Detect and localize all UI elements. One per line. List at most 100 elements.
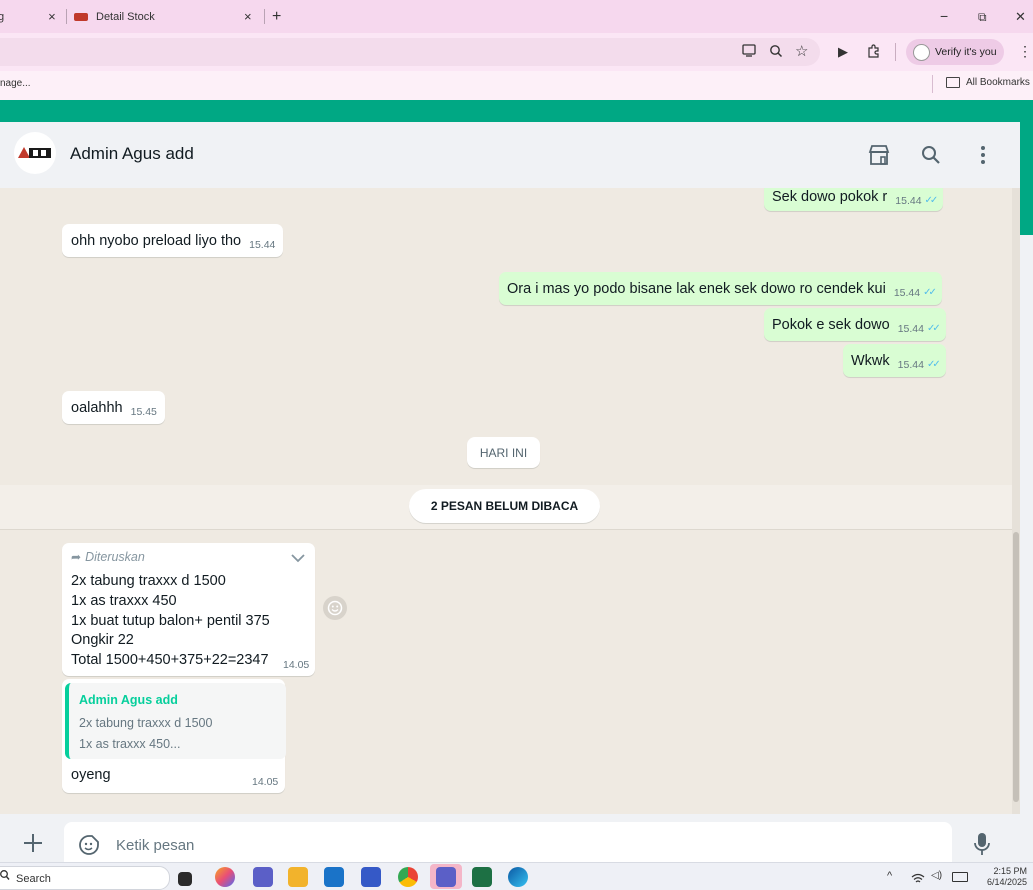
restore-button[interactable]: ⧉ bbox=[978, 10, 987, 25]
teams-active-icon[interactable] bbox=[436, 867, 456, 887]
file-explorer-icon[interactable] bbox=[288, 867, 308, 887]
app-icon[interactable] bbox=[361, 867, 381, 887]
read-receipt-icon: ✓✓ bbox=[924, 195, 939, 206]
quoted-line: 1x as traxxx 450... bbox=[79, 737, 181, 751]
copilot-icon[interactable] bbox=[215, 867, 235, 887]
chat-scrollbar-thumb[interactable] bbox=[1013, 532, 1019, 802]
day-divider: HARI INI bbox=[467, 437, 540, 468]
quoted-message[interactable]: Admin Agus add 2x tabung traxxx d 1500 1… bbox=[65, 683, 286, 759]
bookmark-star-icon[interactable]: ☆ bbox=[795, 42, 808, 60]
folder-icon bbox=[946, 77, 960, 88]
verify-label: Verify it's you bbox=[935, 46, 997, 58]
message-text: ohh nyobo preload liyo tho bbox=[71, 232, 242, 249]
message-text: Sek dowo pokok r bbox=[772, 188, 888, 205]
unread-divider: 2 PESAN BELUM DIBACA bbox=[409, 489, 600, 523]
smiley-icon bbox=[327, 600, 343, 616]
message-line: Total 1500+450+375+22=2347 bbox=[71, 652, 269, 669]
message-time: 15.44 bbox=[893, 286, 921, 299]
all-bookmarks-label: All Bookmarks bbox=[966, 77, 1030, 88]
tab-separator bbox=[264, 9, 265, 24]
extensions-icon[interactable] bbox=[866, 44, 881, 62]
message-time: 14.05 bbox=[283, 659, 310, 671]
read-receipt-icon: ✓✓ bbox=[923, 287, 937, 298]
catalog-shop-icon[interactable] bbox=[864, 140, 894, 170]
sticker-emoji-icon[interactable] bbox=[78, 834, 100, 861]
message-input[interactable] bbox=[64, 822, 952, 862]
forwarded-label-row: ➦ Diteruskan bbox=[71, 550, 145, 564]
close-icon[interactable]: × bbox=[48, 9, 56, 24]
taskbar-clock[interactable]: 2:15 PM 6/14/2025 bbox=[985, 866, 1027, 888]
quoted-author: Admin Agus add bbox=[79, 693, 178, 707]
message-text: oalahhh bbox=[71, 399, 123, 416]
forwarded-label: Diteruskan bbox=[85, 550, 145, 564]
message-time: 15.44 bbox=[897, 358, 924, 371]
zoom-icon[interactable] bbox=[769, 44, 783, 61]
edge-icon[interactable] bbox=[508, 867, 528, 887]
tray-chevron-up-icon[interactable]: ^ bbox=[887, 870, 892, 882]
contact-logo-icon bbox=[18, 147, 51, 158]
message-time: 15.44 bbox=[895, 194, 922, 207]
bookmark-item[interactable]: nage... bbox=[0, 78, 31, 89]
minimize-button[interactable]: − bbox=[940, 8, 948, 24]
media-play-icon[interactable]: ▶ bbox=[838, 44, 848, 60]
wifi-icon[interactable] bbox=[911, 871, 925, 889]
excel-icon[interactable] bbox=[472, 867, 492, 887]
message-line: 1x buat tutup balon+ pentil 375 bbox=[71, 612, 270, 629]
search-icon[interactable] bbox=[916, 140, 946, 170]
tab-detail-stock[interactable]: Detail Stock × bbox=[74, 0, 264, 33]
app-side-panel bbox=[1020, 235, 1033, 865]
message-bubble-reply[interactable]: Admin Agus add 2x tabung traxxx d 1500 1… bbox=[62, 679, 286, 793]
volume-icon[interactable]: ◁) bbox=[931, 870, 942, 881]
contact-avatar[interactable] bbox=[14, 132, 56, 174]
chrome-icon[interactable] bbox=[398, 867, 418, 887]
chat-menu-icon[interactable] bbox=[968, 140, 998, 170]
message-time: 15.44 bbox=[897, 322, 924, 335]
profile-verify-button[interactable]: Verify it's you bbox=[906, 39, 1004, 65]
reaction-emoji-button[interactable] bbox=[323, 596, 347, 620]
close-icon[interactable]: × bbox=[244, 9, 252, 24]
window-close-button[interactable]: ✕ bbox=[1015, 9, 1026, 25]
clock-date: 6/14/2025 bbox=[986, 877, 1027, 887]
message-chevron-down-icon[interactable] bbox=[290, 551, 306, 567]
tab-previous-label: g bbox=[0, 10, 5, 23]
message-bubble-incoming[interactable]: ohh nyobo preload liyo tho 15.44 bbox=[62, 224, 284, 257]
profile-avatar-icon bbox=[913, 43, 930, 61]
message-text: Wkwk bbox=[851, 352, 890, 369]
attach-plus-icon[interactable] bbox=[22, 832, 44, 859]
message-text: Pokok e sek dowo bbox=[772, 316, 890, 333]
tab-detail-stock-label: Detail Stock bbox=[96, 10, 155, 23]
contact-name[interactable]: Admin Agus add bbox=[70, 144, 194, 164]
address-bar[interactable] bbox=[0, 38, 820, 66]
cast-icon[interactable] bbox=[742, 44, 756, 60]
message-time: 15.44 bbox=[249, 238, 276, 251]
message-text: Ora i mas yo podo bisane lak enek sek do… bbox=[507, 280, 886, 297]
message-time: 15.45 bbox=[130, 405, 157, 418]
battery-icon[interactable] bbox=[952, 872, 968, 882]
forward-arrow-icon: ➦ bbox=[71, 550, 82, 564]
message-input-placeholder: Ketik pesan bbox=[116, 837, 195, 854]
browser-menu-icon[interactable]: ⋮ bbox=[1018, 43, 1032, 60]
message-line: 1x as traxxx 450 bbox=[71, 592, 177, 609]
message-bubble-incoming[interactable]: oalahhh 15.45 bbox=[62, 391, 165, 424]
chat-panel[interactable]: Sek dowo pokok r 15.44 ✓✓ ohh nyobo prel… bbox=[0, 188, 1020, 814]
outlook-icon[interactable] bbox=[324, 867, 344, 887]
forwarded-text: 2x tabung traxxx d 1500 1x as traxxx 450… bbox=[71, 572, 270, 671]
task-view-icon[interactable] bbox=[178, 872, 192, 886]
message-bubble-outgoing[interactable]: Pokok e sek dowo 15.44 ✓✓ bbox=[764, 308, 946, 341]
taskbar-search-label: Search bbox=[16, 873, 51, 885]
message-bubble-outgoing[interactable]: Sek dowo pokok r 15.44 ✓✓ bbox=[764, 188, 944, 211]
quoted-line: 2x tabung traxxx d 1500 bbox=[79, 716, 213, 730]
bookmark-divider bbox=[932, 75, 933, 93]
site-favicon-icon bbox=[74, 12, 88, 21]
message-bubble-outgoing[interactable]: Wkwk 15.44 ✓✓ bbox=[843, 344, 946, 377]
bookmarks-bar bbox=[0, 71, 1033, 101]
all-bookmarks-button[interactable]: All Bookmarks bbox=[946, 77, 1030, 88]
message-bubble-forwarded[interactable]: ➦ Diteruskan 2x tabung traxxx d 1500 1x … bbox=[62, 543, 315, 676]
tab-previous[interactable]: g × bbox=[0, 0, 64, 33]
microphone-icon[interactable] bbox=[973, 832, 991, 861]
teams-icon[interactable] bbox=[253, 867, 273, 887]
message-line: 2x tabung traxxx d 1500 bbox=[71, 573, 226, 589]
search-icon bbox=[0, 869, 10, 884]
message-bubble-outgoing[interactable]: Ora i mas yo podo bisane lak enek sek do… bbox=[499, 272, 942, 305]
new-tab-button[interactable]: + bbox=[272, 0, 281, 33]
